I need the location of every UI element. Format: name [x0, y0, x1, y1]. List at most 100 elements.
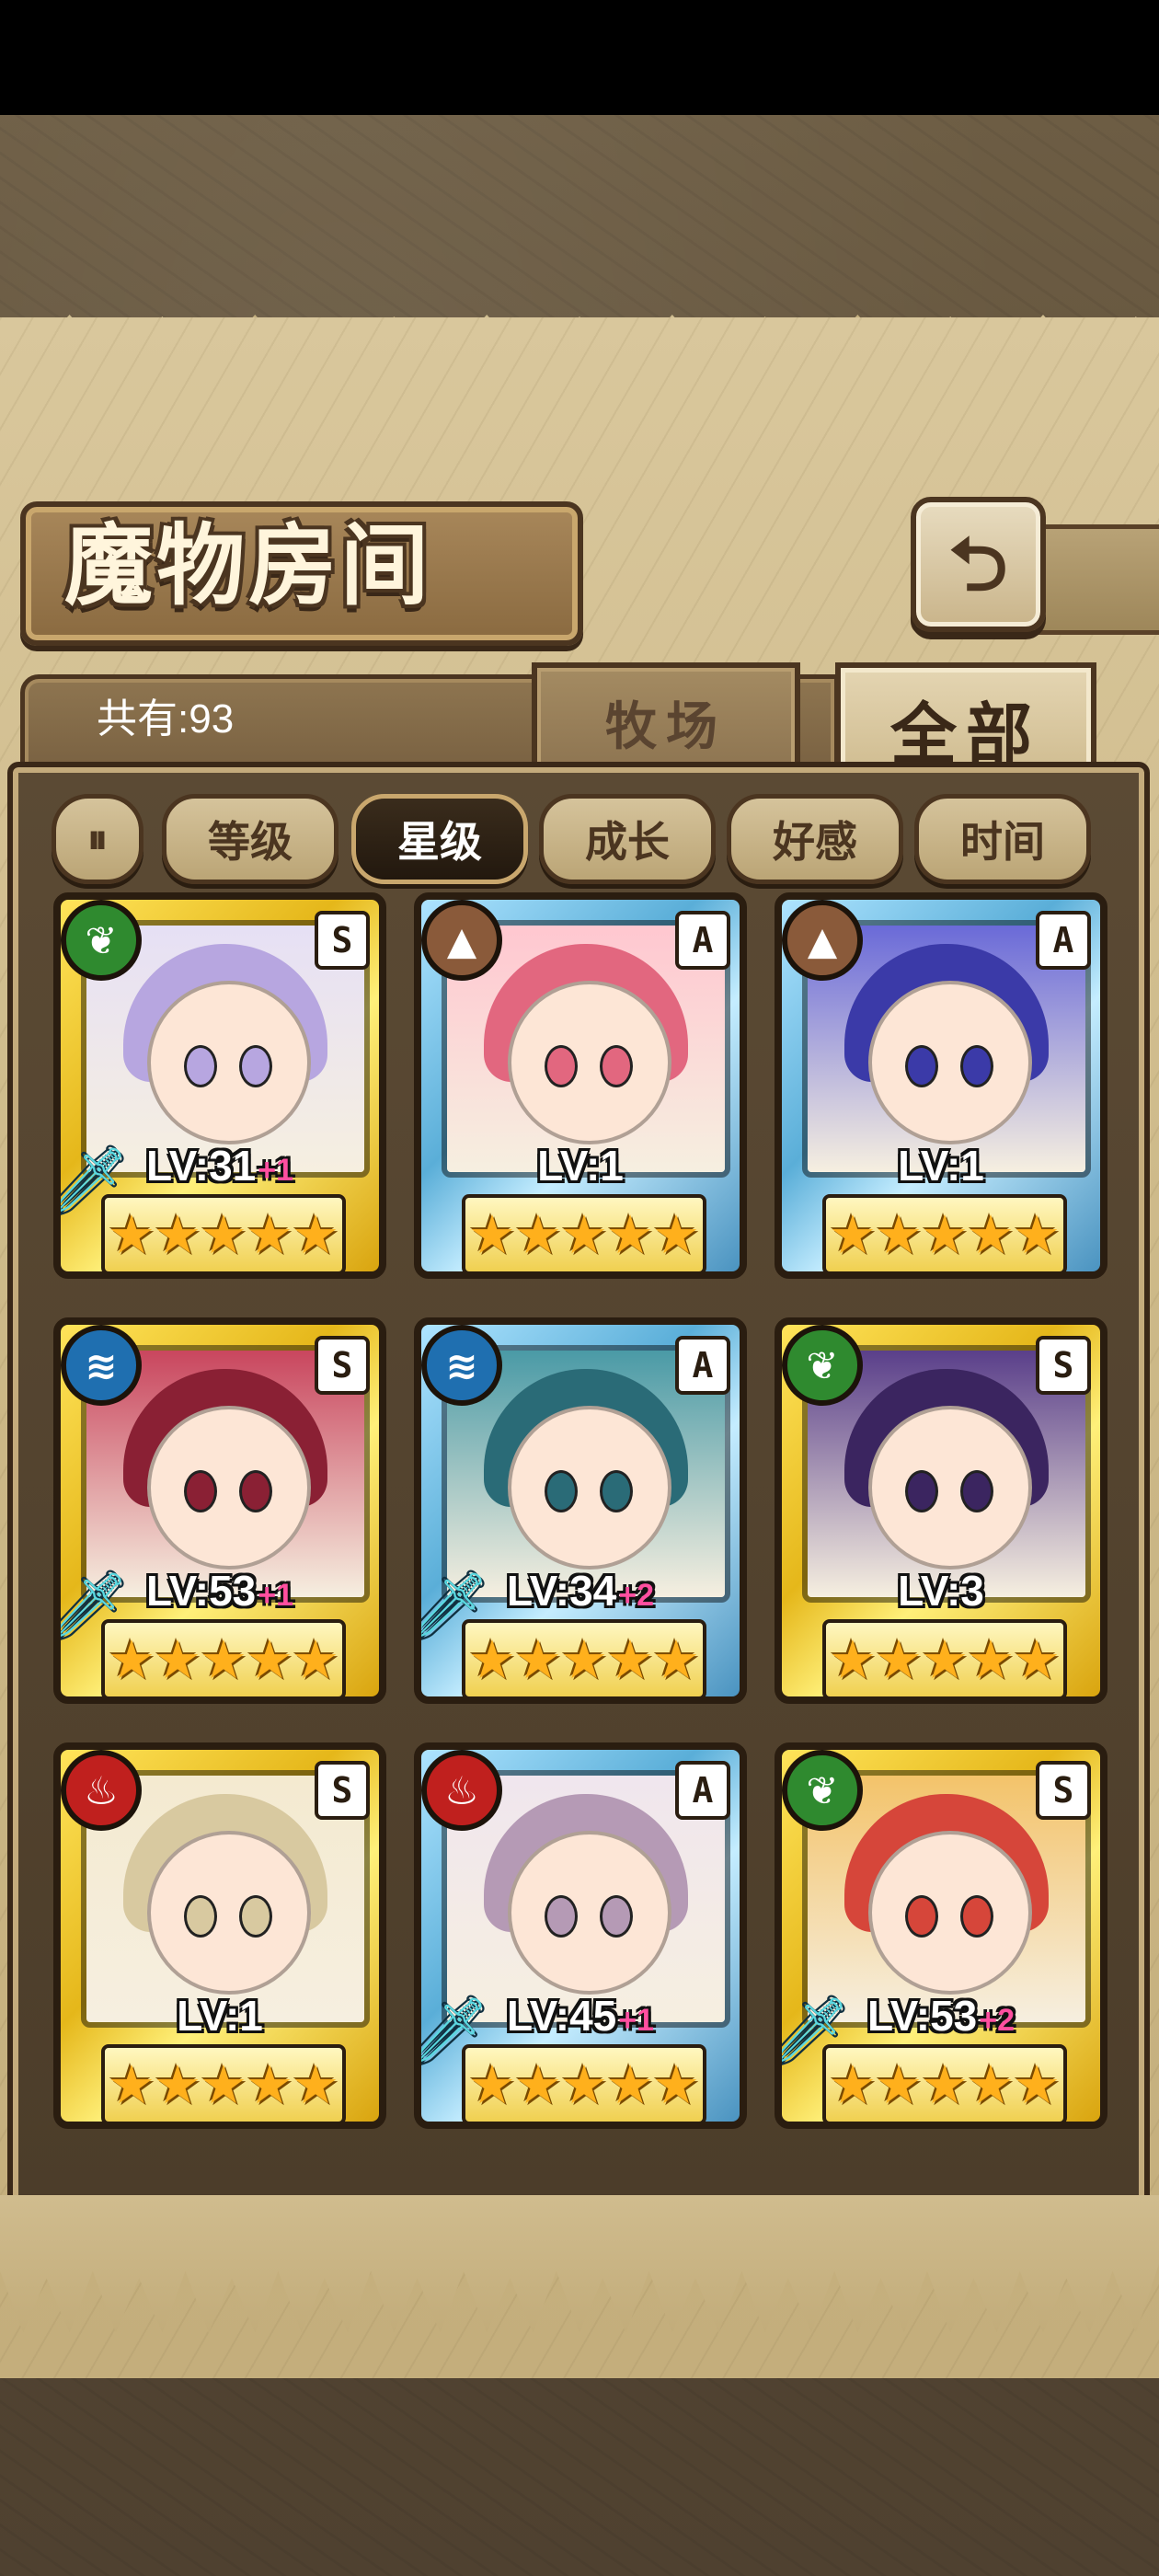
level-label: LV:1: [61, 1991, 379, 2041]
star-icon: ★: [292, 1628, 339, 1691]
star-icon: ★: [967, 1628, 1015, 1691]
star-rating: ★ ★ ★ ★ ★: [101, 1194, 346, 1271]
star-icon: ★: [652, 1203, 700, 1266]
water-element-icon: ≋: [421, 1325, 502, 1406]
star-icon: ★: [652, 1628, 700, 1691]
star-icon: ★: [829, 1628, 877, 1691]
filter-button[interactable]: 等级: [162, 794, 339, 884]
star-icon: ★: [200, 1203, 247, 1266]
level-value: LV:31: [145, 1142, 257, 1190]
rank-badge: A: [675, 1761, 730, 1820]
star-icon: ★: [108, 1203, 155, 1266]
star-icon: ★: [606, 1628, 654, 1691]
monster-card[interactable]: ▲ A LV:1 ★ ★ ★ ★ ★: [775, 892, 1107, 1279]
star-icon: ★: [200, 1628, 247, 1691]
filter-button[interactable]: 星级: [351, 794, 528, 884]
star-icon: ★: [967, 1203, 1015, 1266]
fire-element-icon: ♨: [61, 1750, 142, 1831]
rank-badge: S: [1036, 1761, 1091, 1820]
star-icon: ★: [875, 1203, 923, 1266]
sort-order-icon: ⏸: [87, 815, 108, 863]
filter-button[interactable]: 成长: [539, 794, 716, 884]
level-label: LV:31+1: [61, 1141, 379, 1190]
monster-card[interactable]: ♨ S LV:1 ★ ★ ★ ★ ★: [53, 1742, 386, 2129]
level-label: LV:34+2: [421, 1566, 740, 1616]
star-icon: ★: [875, 1628, 923, 1691]
level-value: LV:45: [506, 1992, 617, 2040]
star-icon: ★: [829, 1203, 877, 1266]
rank-badge: A: [675, 1336, 730, 1395]
level-bonus: +2: [618, 1578, 655, 1613]
status-bar-area: [0, 0, 1159, 115]
star-icon: ★: [1013, 1628, 1061, 1691]
level-label: LV:3: [782, 1566, 1100, 1616]
level-label: LV:53+2: [782, 1991, 1100, 2041]
star-icon: ★: [560, 2053, 608, 2116]
star-icon: ★: [154, 2053, 201, 2116]
rank-badge: S: [1036, 1336, 1091, 1395]
star-icon: ★: [108, 2053, 155, 2116]
star-icon: ★: [560, 1628, 608, 1691]
filter-button[interactable]: 时间: [914, 794, 1091, 884]
star-icon: ★: [468, 2053, 516, 2116]
back-button[interactable]: ⮌: [911, 497, 1046, 632]
star-icon: ★: [652, 2053, 700, 2116]
monster-card[interactable]: ❦ S LV:3 ★ ★ ★ ★ ★: [775, 1317, 1107, 1704]
star-icon: ★: [1013, 1203, 1061, 1266]
star-icon: ★: [560, 1203, 608, 1266]
rank-badge: S: [315, 1761, 370, 1820]
level-value: LV:53: [866, 1992, 978, 2040]
level-label: LV:45+1: [421, 1991, 740, 2041]
return-arrow-icon: ⮌: [948, 521, 1008, 607]
level-bonus: +1: [618, 2003, 655, 2038]
page-title: 魔物房间: [64, 513, 432, 617]
star-rating: ★ ★ ★ ★ ★: [462, 1194, 706, 1271]
tab-ranch[interactable]: 牧场: [532, 662, 800, 776]
star-icon: ★: [246, 2053, 293, 2116]
star-icon: ★: [967, 2053, 1015, 2116]
rank-badge: S: [315, 1336, 370, 1395]
star-icon: ★: [606, 1203, 654, 1266]
earth-element-icon: ▲: [421, 900, 502, 981]
monster-card[interactable]: ≋ S 🗡 LV:53+1 ★ ★ ★ ★ ★: [53, 1317, 386, 1704]
level-label: LV:1: [421, 1141, 740, 1190]
earth-element-icon: ▲: [782, 900, 863, 981]
level-value: LV:34: [506, 1567, 617, 1615]
filter-button[interactable]: 好感: [727, 794, 903, 884]
star-icon: ★: [154, 1628, 201, 1691]
level-value: LV:1: [177, 1992, 263, 2040]
monster-card[interactable]: ▲ A LV:1 ★ ★ ★ ★ ★: [414, 892, 747, 1279]
star-icon: ★: [154, 1203, 201, 1266]
monster-card[interactable]: ❦ S 🗡 LV:31+1 ★ ★ ★ ★ ★: [53, 892, 386, 1279]
star-icon: ★: [292, 2053, 339, 2116]
star-icon: ★: [829, 2053, 877, 2116]
rank-badge: A: [1036, 911, 1091, 970]
rank-badge: A: [675, 911, 730, 970]
star-icon: ★: [246, 1203, 293, 1266]
monster-card[interactable]: ♨ A 🗡 LV:45+1 ★ ★ ★ ★ ★: [414, 1742, 747, 2129]
leaf-element-icon: ❦: [61, 900, 142, 981]
star-icon: ★: [200, 2053, 247, 2116]
monster-count: 共有:93: [97, 696, 235, 742]
star-rating: ★ ★ ★ ★ ★: [822, 1619, 1067, 1696]
star-icon: ★: [875, 2053, 923, 2116]
star-icon: ★: [292, 1203, 339, 1266]
star-icon: ★: [514, 1203, 562, 1266]
star-icon: ★: [514, 1628, 562, 1691]
sort-toggle-button[interactable]: ⏸: [52, 794, 143, 884]
monster-card[interactable]: ❦ S 🗡 LV:53+2 ★ ★ ★ ★ ★: [775, 1742, 1107, 2129]
star-rating: ★ ★ ★ ★ ★: [462, 2044, 706, 2122]
level-label: LV:53+1: [61, 1566, 379, 1616]
leaf-element-icon: ❦: [782, 1750, 863, 1831]
star-icon: ★: [921, 2053, 969, 2116]
level-label: LV:1: [782, 1141, 1100, 1190]
level-bonus: +1: [258, 1578, 294, 1613]
fire-element-icon: ♨: [421, 1750, 502, 1831]
level-value: LV:1: [898, 1142, 984, 1190]
star-rating: ★ ★ ★ ★ ★: [101, 1619, 346, 1696]
leaf-element-icon: ❦: [782, 1325, 863, 1406]
level-value: LV:1: [537, 1142, 624, 1190]
monster-card[interactable]: ≋ A 🗡 LV:34+2 ★ ★ ★ ★ ★: [414, 1317, 747, 1704]
star-rating: ★ ★ ★ ★ ★: [101, 2044, 346, 2122]
star-icon: ★: [468, 1628, 516, 1691]
